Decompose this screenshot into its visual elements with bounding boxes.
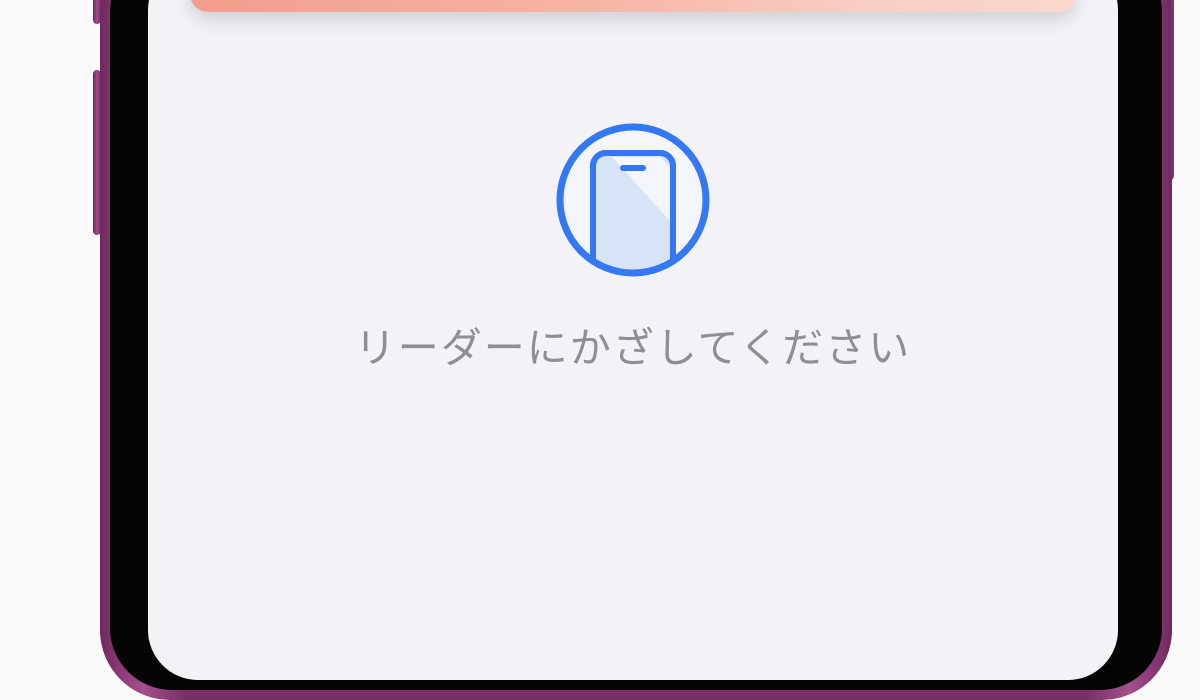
instruction-text: リーダーにかざしてください [354,324,912,372]
phone-screen: リーダーにかざしてください [148,0,1118,680]
wallet-card[interactable] [190,0,1076,12]
phone-in-circle-icon [554,121,712,279]
